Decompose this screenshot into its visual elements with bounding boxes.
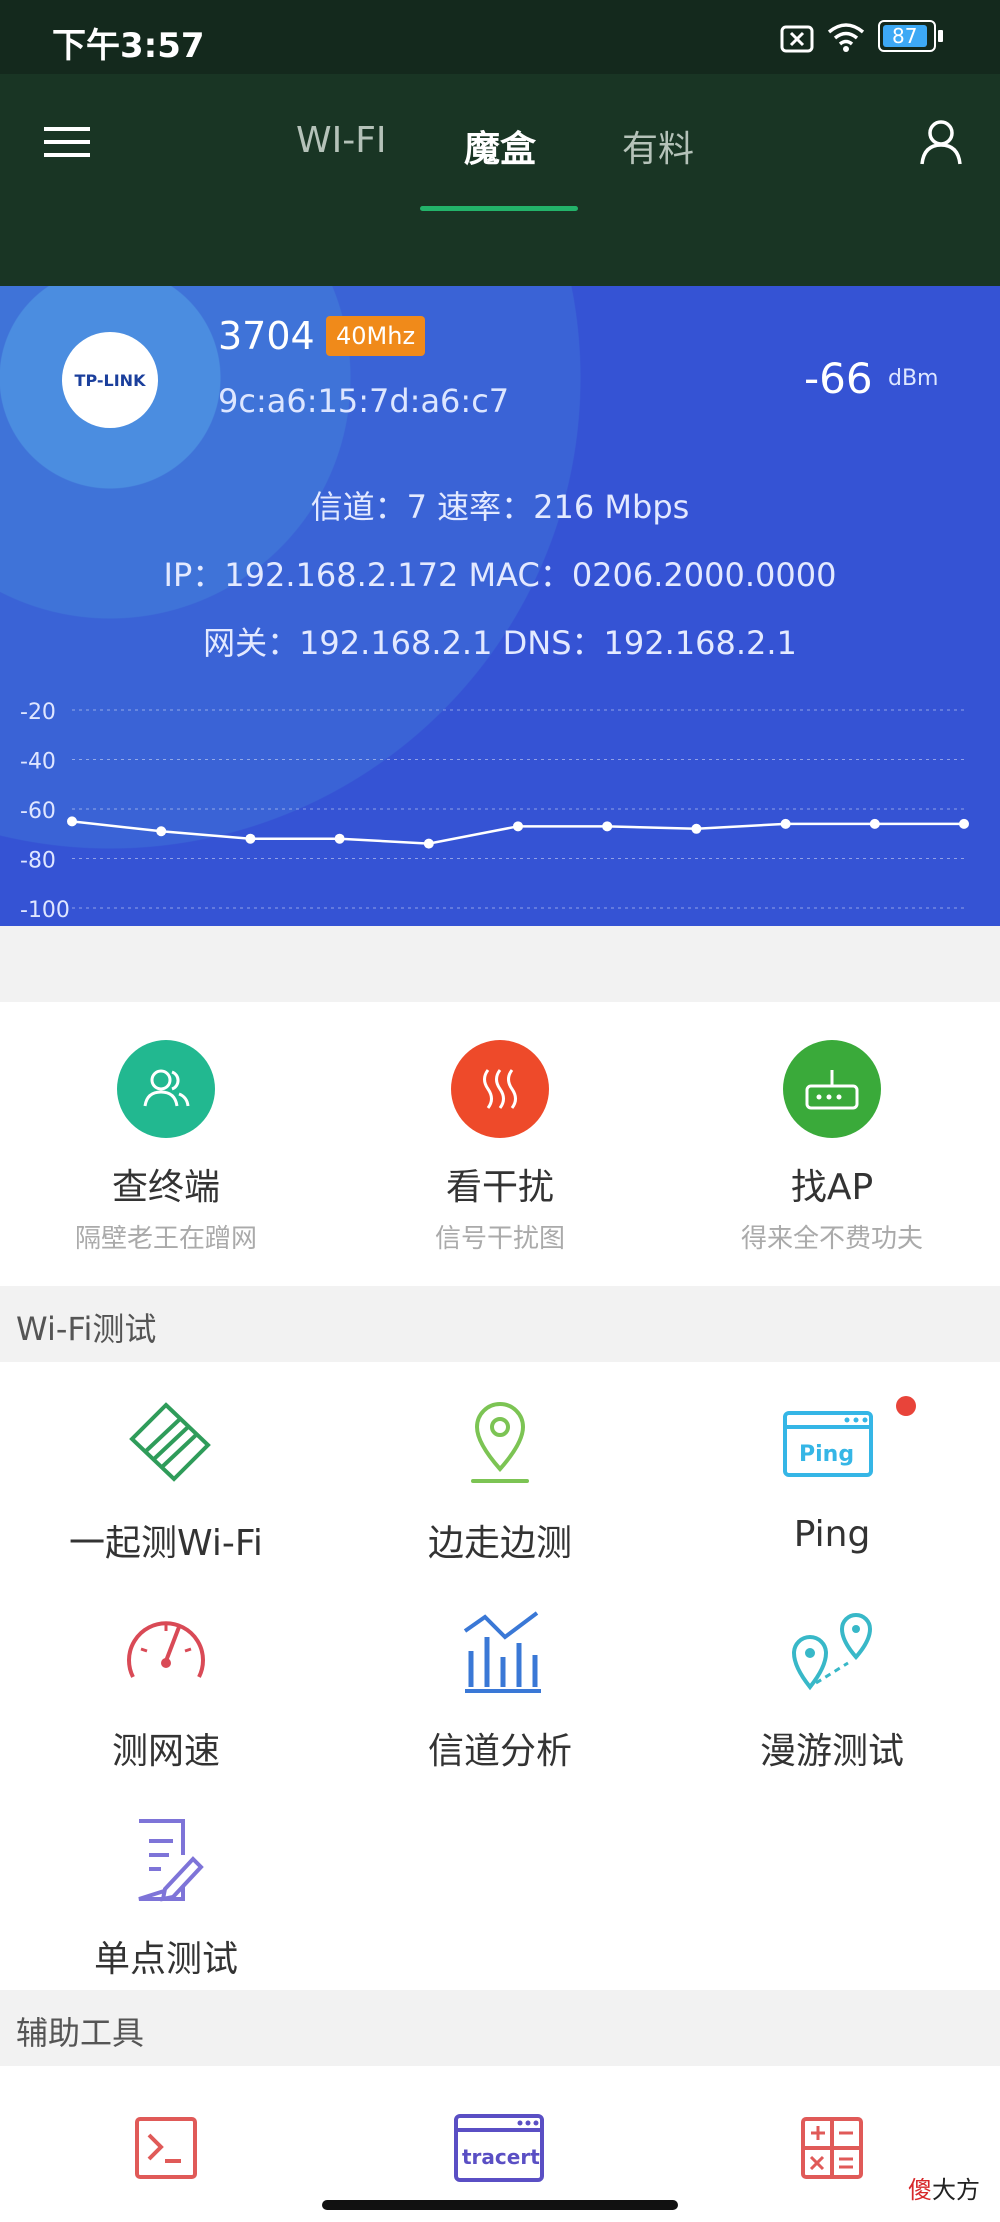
tool-roaming-test[interactable]: 漫游测试 <box>682 1604 982 1774</box>
bandwidth-badge: 40Mhz <box>326 316 426 356</box>
channel-rate-line: 信道：7 速率：216 Mbps <box>310 488 690 526</box>
watermark-rest: 大方 <box>932 2176 980 2204</box>
feature-find-ap[interactable]: 找AP 得来全不费功夫 <box>682 1040 982 1255</box>
y-tick-label: -80 <box>20 849 56 874</box>
watermark: 傻大方 <box>908 2170 980 2205</box>
feature-title: 查终端 <box>111 1167 220 1208</box>
tool-terminal[interactable] <box>16 2100 316 2196</box>
tool-speed-test[interactable]: 测网速 <box>16 1604 316 1774</box>
heat-waves-icon <box>451 1040 549 1138</box>
tab-mohe[interactable]: 魔盒 <box>464 120 536 172</box>
y-tick-label: -40 <box>20 750 56 775</box>
sim-off-icon <box>780 25 814 53</box>
feature-subtitle: 隔壁老王在蹭网 <box>74 1224 257 1254</box>
tab-youliao[interactable]: 有料 <box>622 120 694 172</box>
tracert-icon: tracert <box>350 2100 650 2196</box>
signal-data-point <box>245 833 256 844</box>
tool-label: 边走边测 <box>427 1523 572 1564</box>
y-tick-label: -100 <box>20 898 70 923</box>
tool-label: 信道分析 <box>427 1731 572 1772</box>
users-icon <box>117 1040 215 1138</box>
signal-strength: -66 <box>804 354 873 403</box>
roaming-pins-icon <box>682 1604 982 1700</box>
notification-dot <box>896 1396 916 1416</box>
tracert-icon-text: tracert <box>462 2145 540 2169</box>
tool-tracert[interactable]: tracert <box>350 2100 650 2196</box>
feature-subtitle: 得来全不费功夫 <box>740 1224 923 1254</box>
signal-data-point <box>513 821 523 832</box>
tool-label: 测网速 <box>111 1731 220 1772</box>
spacer <box>0 926 1000 1002</box>
ping-icon-text: Ping <box>799 1442 854 1467</box>
battery-icon: 87 <box>878 20 936 52</box>
tool-wifi-together[interactable]: 一起测Wi-Fi <box>16 1396 316 1566</box>
feature-title: 看干扰 <box>445 1167 554 1208</box>
tool-label: 一起测Wi-Fi <box>69 1523 263 1564</box>
home-indicator[interactable] <box>322 2200 678 2210</box>
signal-data-point <box>156 826 167 837</box>
section-header-wifi-test: Wi-Fi测试 <box>0 1286 1000 1362</box>
tool-walk-test[interactable]: 边走边测 <box>350 1396 650 1566</box>
speedometer-icon <box>16 1604 316 1700</box>
tool-label: 单点测试 <box>93 1939 238 1980</box>
y-tick-label: -60 <box>20 799 56 824</box>
section-title: 辅助工具 <box>16 2014 145 2052</box>
y-tick-label: -20 <box>20 700 56 725</box>
tab-wifi[interactable]: WI-FI <box>296 120 387 161</box>
watermark-first-char: 傻 <box>908 2176 932 2204</box>
bar-chart-icon <box>350 1604 650 1700</box>
ip-mac-line: IP：192.168.2.172 MAC：0206.2000.0000 <box>163 556 837 594</box>
signal-data-point <box>334 833 345 844</box>
signal-data-point <box>959 818 969 829</box>
tool-single-point-test[interactable]: 单点测试 <box>16 1812 316 1982</box>
battery-level: 87 <box>892 24 918 48</box>
feature-check-clients[interactable]: 查终端 隔壁老王在蹭网 <box>16 1040 316 1255</box>
router-icon <box>783 1040 881 1138</box>
wifi-signal-icon <box>827 23 865 52</box>
signal-data-point <box>869 818 880 829</box>
wifi-info-card[interactable]: TP-LINK 3704 40Mhz 9c:a6:15:7d:a6:c7 -66… <box>0 286 1000 926</box>
signal-data-point <box>602 821 613 832</box>
handshake-icon <box>16 1396 316 1492</box>
tool-label: Ping <box>793 1514 871 1555</box>
bssid: 9c:a6:15:7d:a6:c7 <box>218 382 510 420</box>
section-title: Wi-Fi测试 <box>16 1310 157 1348</box>
tool-label: 漫游测试 <box>759 1731 904 1772</box>
feature-interference[interactable]: 看干扰 信号干扰图 <box>350 1040 650 1255</box>
brand-logo-text: TP-LINK <box>74 370 146 390</box>
menu-icon[interactable] <box>42 122 92 162</box>
user-icon[interactable] <box>918 118 964 168</box>
status-bar: 下午3:57 87 <box>0 0 1000 74</box>
document-edit-icon <box>16 1812 316 1908</box>
signal-data-point <box>67 816 77 827</box>
section-header-tools: 辅助工具 <box>0 1990 1000 2066</box>
top-nav: WI-FI 魔盒 有料 <box>0 74 1000 286</box>
terminal-icon <box>16 2100 316 2196</box>
router-brand-logo: TP-LINK <box>62 332 158 428</box>
ssid: 3704 <box>218 314 315 358</box>
signal-data-point <box>691 823 702 834</box>
signal-data-point <box>780 818 791 829</box>
signal-history-chart: -20 -40 -60 -80 -100 <box>20 700 969 923</box>
feature-title: 找AP <box>790 1167 874 1208</box>
gateway-dns-line: 网关：192.168.2.1 DNS：192.168.2.1 <box>203 624 797 662</box>
battery-tip <box>938 30 943 42</box>
feature-subtitle: 信号干扰图 <box>434 1224 565 1254</box>
location-pin-icon <box>350 1396 650 1492</box>
signal-unit: dBm <box>888 366 939 391</box>
ping-window-icon: Ping <box>682 1396 982 1492</box>
signal-data-point <box>423 838 434 849</box>
active-tab-indicator <box>420 206 578 211</box>
status-time: 下午3:57 <box>52 26 205 66</box>
tool-ping[interactable]: Ping Ping <box>682 1396 982 1555</box>
tool-channel-analysis[interactable]: 信道分析 <box>350 1604 650 1774</box>
